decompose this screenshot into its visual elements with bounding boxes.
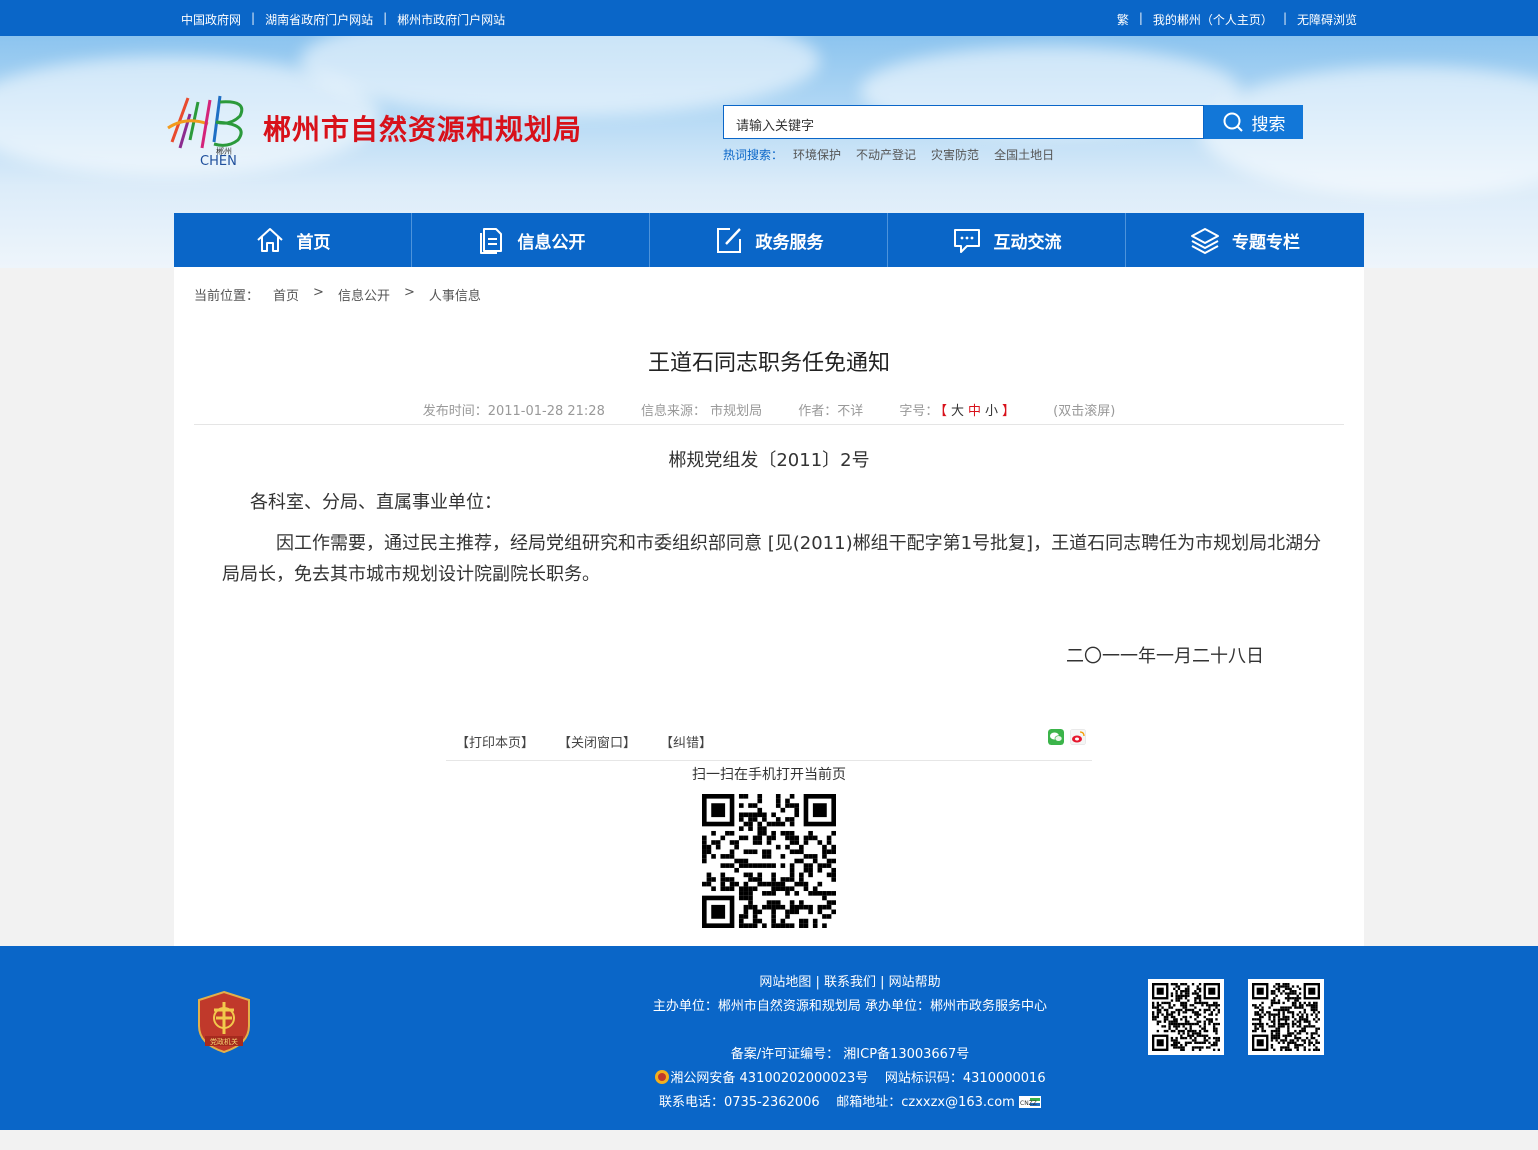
font-size-control: 字号：【大中小】 [899, 404, 1016, 419]
link-traditional[interactable]: 繁 [1117, 11, 1129, 28]
main-content: 当前位置： 首页 > 信息公开 > 人事信息 王道石同志职务任免通知 发布时间：… [174, 267, 1364, 946]
bottom-strip [0, 1130, 1538, 1150]
home-icon [256, 228, 283, 252]
search-button[interactable]: 搜索 [1204, 105, 1303, 139]
breadcrumb: 当前位置： 首页 > 信息公开 > 人事信息 [194, 285, 481, 304]
cnzz-icon[interactable]: CNZZ [1018, 1096, 1041, 1108]
top-bar: 中国政府网 | 湖南省政府门户网站 | 郴州市政府门户网站 繁 | 我的郴州（个… [0, 0, 1538, 36]
hot-search: 热词搜索： 环境保护 不动产登记 灾害防范 全国土地日 [723, 146, 1054, 163]
hot-word[interactable]: 环境保护 [793, 146, 841, 163]
scan-hint: 扫一扫在手机打开当前页 [692, 767, 846, 783]
police-record[interactable]: 湘公网安备 43100202000023号 [670, 1071, 868, 1086]
link-my-chenzhou[interactable]: 我的郴州（个人主页） [1153, 11, 1273, 28]
dblclick-scroll: (双击滚屏) [1053, 404, 1116, 419]
nav-label: 首页 [296, 232, 331, 253]
footer-icp[interactable]: 备案/许可证编号： 湘ICP备13003667号 [630, 1043, 1070, 1062]
info-source: 信息来源： 市规划局 [640, 404, 763, 419]
weibo-icon[interactable] [1070, 729, 1086, 745]
police-badge-icon [655, 1070, 670, 1084]
top-links-left: 中国政府网 | 湖南省政府门户网站 | 郴州市政府门户网站 [181, 11, 505, 28]
breadcrumb-info[interactable]: 信息公开 [338, 285, 390, 304]
publish-time: 发布时间：2011-01-28 21:28 [422, 404, 605, 419]
article-meta: 发布时间：2011-01-28 21:28 信息来源： 市规划局 作者：不详 字… [174, 400, 1364, 419]
breadcrumb-label: 当前位置： [194, 289, 260, 304]
site-title[interactable]: 郴州市自然资源和规划局 [263, 108, 582, 148]
layers-icon [1191, 228, 1219, 255]
article-body: 因工作需要，通过民主推荐，经局党组研究和市委组织部同意 [见(2011)郴组干配… [222, 533, 1322, 585]
error-report-button[interactable]: 【纠错】 [660, 732, 712, 751]
search-input[interactable]: 请输入关键字 [723, 105, 1204, 139]
print-button[interactable]: 【打印本页】 [456, 732, 534, 751]
breadcrumb-sep: > [403, 285, 415, 300]
hot-word[interactable]: 灾害防范 [931, 146, 979, 163]
close-window-button[interactable]: 【关闭窗口】 [558, 732, 636, 751]
breadcrumb-sep: > [313, 285, 324, 300]
wechat-icon[interactable] [1048, 729, 1064, 745]
footer-host: 主办单位：郴州市自然资源和规划局 承办单位：郴州市政务服务中心 [652, 999, 1048, 1014]
nav-home[interactable]: 首页 [174, 213, 412, 267]
breadcrumb-personnel[interactable]: 人事信息 [429, 285, 481, 304]
email: 邮箱地址：czxxzx@163.com [836, 1095, 1015, 1110]
main-nav: 首页 信息公开 政务服务 互动交流 专题专栏 [174, 213, 1364, 267]
divider: | [1138, 11, 1143, 25]
page-qr-code [702, 794, 836, 928]
nav-info-public[interactable]: 信息公开 [412, 213, 650, 267]
qr-code-icon [1252, 983, 1320, 1051]
help-link[interactable]: 网站帮助 [889, 975, 941, 990]
edit-icon [716, 228, 741, 253]
sitemap-link[interactable]: 网站地图 [759, 975, 811, 990]
badge-text: 党政机关 [210, 1037, 238, 1046]
cnzz-text: CNZZ [1020, 1100, 1037, 1107]
party-gov-badge-icon[interactable]: 党政机关 [197, 990, 251, 1054]
phone: 联系电话：0735-2362006 [659, 1095, 820, 1110]
logo-text: CHEN [200, 154, 237, 166]
meta-divider [194, 424, 1344, 425]
footer-qr-code-2 [1248, 979, 1324, 1055]
cloud-decoration [300, 36, 820, 116]
document-icon [479, 228, 502, 254]
qr-code-icon [1152, 983, 1220, 1051]
divider: | [251, 11, 256, 25]
nav-gov-service[interactable]: 政务服务 [650, 213, 888, 267]
nav-label: 专题专栏 [1232, 232, 1300, 253]
link-hunan-gov[interactable]: 湖南省政府门户网站 [265, 11, 373, 28]
signature-date: 二〇一一年一月二十八日 [1066, 646, 1264, 667]
chenzhou-logo[interactable]: 郴州 CHEN [166, 92, 250, 166]
hot-word[interactable]: 不动产登记 [856, 146, 916, 163]
footer-links: 网站地图 | 联系我们 | 网站帮助 [759, 975, 941, 990]
author: 作者：不详 [798, 404, 864, 419]
hot-word[interactable]: 全国土地日 [994, 146, 1054, 163]
font-size-label: 字号： [899, 404, 939, 419]
font-small-button[interactable]: 小 [985, 404, 998, 419]
link-chenzhou-gov[interactable]: 郴州市政府门户网站 [397, 11, 505, 28]
search-bar: 请输入关键字 搜索 [723, 105, 1303, 139]
salutation: 各科室、分局、直属事业单位： [250, 492, 502, 513]
footer-qr-code-1 [1148, 979, 1224, 1055]
document-number: 郴规党组发〔2011〕2号 [668, 450, 870, 471]
breadcrumb-home[interactable]: 首页 [273, 285, 299, 304]
nav-interaction[interactable]: 互动交流 [888, 213, 1126, 267]
nav-label: 互动交流 [993, 232, 1062, 253]
divider: | [383, 11, 388, 25]
top-links-right: 繁 | 我的郴州（个人主页） | 无障碍浏览 [1117, 11, 1357, 28]
nav-label: 政务服务 [755, 232, 824, 253]
link-accessibility[interactable]: 无障碍浏览 [1297, 11, 1357, 28]
contact-link[interactable]: 联系我们 [824, 975, 876, 990]
nav-label: 信息公开 [517, 232, 586, 253]
footer-police: 湘公网安备 43100202000023号 网站标识码：4310000016 [630, 1067, 1070, 1086]
nav-special[interactable]: 专题专栏 [1126, 213, 1364, 267]
search-icon [1223, 112, 1243, 132]
article-tools: 【打印本页】 【关闭窗口】 【纠错】 [446, 725, 1092, 761]
link-gov-cn[interactable]: 中国政府网 [181, 11, 241, 28]
footer: 党政机关 网站地图 | 联系我们 | 网站帮助 主办单位：郴州市自然资源和规划局… [0, 946, 1538, 1130]
font-medium-button[interactable]: 中 [968, 404, 981, 419]
search-button-label: 搜索 [1251, 114, 1286, 135]
site-code: 网站标识码：4310000016 [884, 1071, 1046, 1086]
font-large-button[interactable]: 大 [951, 404, 964, 419]
hot-search-label: 热词搜索： [723, 148, 784, 162]
footer-contact: 联系电话：0735-2362006 邮箱地址：czxxzx@163.com CN… [630, 1091, 1070, 1110]
article-title: 王道石同志职务任免通知 [647, 351, 890, 376]
chat-icon [953, 229, 980, 253]
divider: | [1282, 11, 1287, 25]
